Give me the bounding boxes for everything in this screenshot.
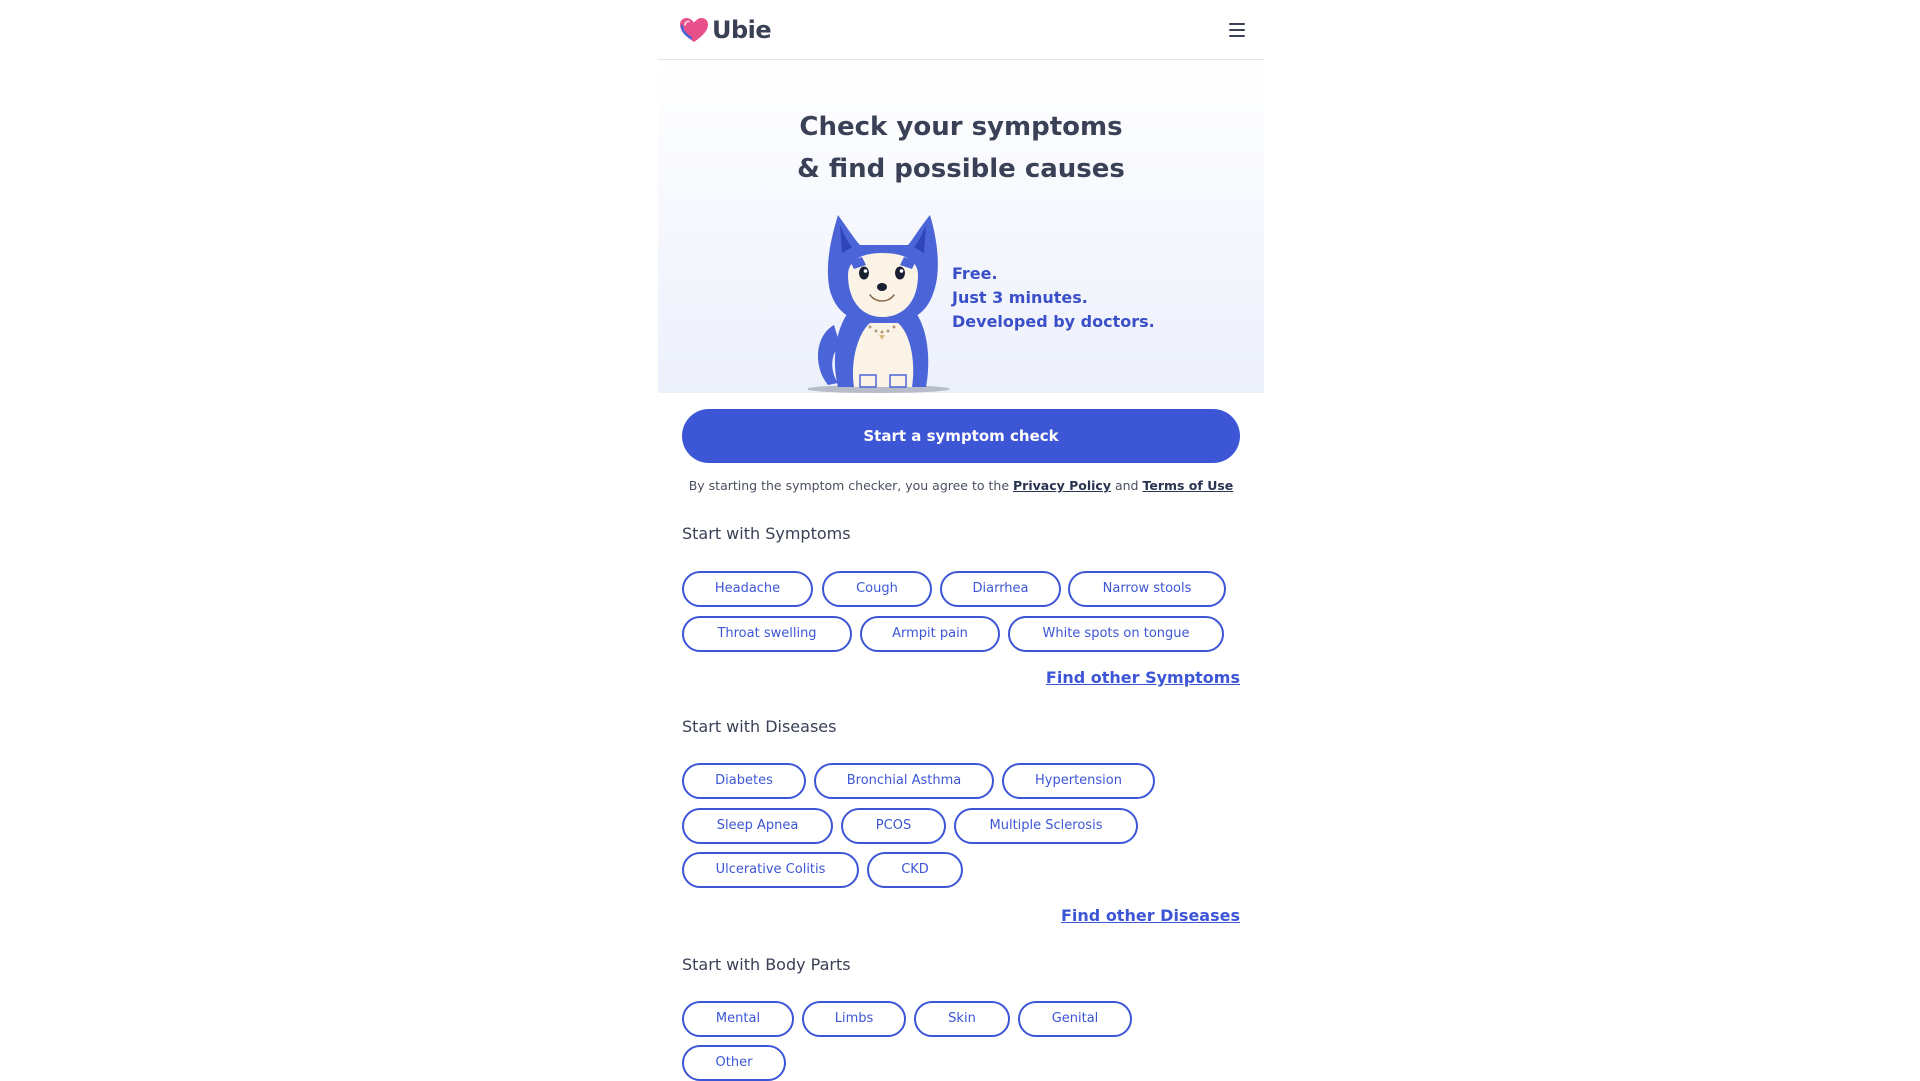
header: Ubie bbox=[658, 0, 1264, 60]
body-parts-section-title: Start with Body Parts bbox=[682, 955, 851, 974]
disease-chip[interactable]: Multiple Sclerosis bbox=[954, 808, 1138, 844]
symptom-chip[interactable]: Throat swelling bbox=[682, 616, 852, 652]
tagline-line: Free. bbox=[952, 264, 998, 283]
find-other-diseases-link[interactable]: Find other Diseases bbox=[1061, 906, 1240, 925]
page-column: Ubie Check your symptoms & find possible… bbox=[658, 0, 1264, 1081]
body-part-chip[interactable]: Limbs bbox=[802, 1001, 906, 1037]
hamburger-menu-icon[interactable] bbox=[1222, 16, 1252, 44]
symptom-chip[interactable]: Cough bbox=[822, 571, 932, 607]
symptoms-section-title: Start with Symptoms bbox=[682, 524, 851, 543]
disease-chip[interactable]: Sleep Apnea bbox=[682, 808, 833, 844]
body-part-chip[interactable]: Skin bbox=[914, 1001, 1010, 1037]
symptom-chip[interactable]: White spots on tongue bbox=[1008, 616, 1224, 652]
symptom-chip[interactable]: Narrow stools bbox=[1068, 571, 1226, 607]
disease-chip[interactable]: PCOS bbox=[841, 808, 946, 844]
disease-chip[interactable]: Diabetes bbox=[682, 763, 806, 799]
body-part-chip[interactable]: Mental bbox=[682, 1001, 794, 1037]
disease-chip[interactable]: Ulcerative Colitis bbox=[682, 852, 859, 888]
agreement-joiner: and bbox=[1114, 478, 1139, 493]
hero-section: Check your symptoms & find possible caus… bbox=[658, 60, 1264, 393]
symptom-chip[interactable]: Diarrhea bbox=[940, 571, 1061, 607]
body-part-chip[interactable]: Other bbox=[682, 1045, 786, 1081]
disease-chip[interactable]: Hypertension bbox=[1002, 763, 1155, 799]
diseases-section-title: Start with Diseases bbox=[682, 717, 837, 736]
hero-title: Check your symptoms & find possible caus… bbox=[658, 106, 1264, 190]
terms-of-use-link[interactable]: Terms of Use bbox=[1142, 478, 1233, 493]
symptom-chip[interactable]: Headache bbox=[682, 571, 813, 607]
symptom-chip[interactable]: Armpit pain bbox=[860, 616, 1000, 652]
tagline-line: Developed by doctors. bbox=[952, 312, 1155, 331]
hero-tagline: Free. Just 3 minutes. Developed by docto… bbox=[952, 262, 1155, 334]
disease-chip[interactable]: Bronchial Asthma bbox=[814, 763, 994, 799]
start-symptom-check-button[interactable]: Start a symptom check bbox=[682, 409, 1240, 463]
hero-title-line1: Check your symptoms bbox=[799, 112, 1123, 142]
ubie-logo[interactable]: Ubie bbox=[678, 16, 772, 44]
dog-mascot-icon bbox=[808, 215, 950, 393]
logo-text: Ubie bbox=[712, 16, 772, 44]
agreement-prefix: By starting the symptom checker, you agr… bbox=[688, 478, 1010, 493]
find-other-symptoms-link[interactable]: Find other Symptoms bbox=[1046, 668, 1240, 687]
agreement-text: By starting the symptom checker, you agr… bbox=[658, 478, 1264, 493]
disease-chip[interactable]: CKD bbox=[867, 852, 963, 888]
tagline-line: Just 3 minutes. bbox=[952, 288, 1088, 307]
privacy-policy-link[interactable]: Privacy Policy bbox=[1013, 478, 1111, 493]
hero-title-line2: & find possible causes bbox=[797, 154, 1125, 184]
heart-icon bbox=[680, 18, 708, 42]
body-part-chip[interactable]: Genital bbox=[1018, 1001, 1132, 1037]
